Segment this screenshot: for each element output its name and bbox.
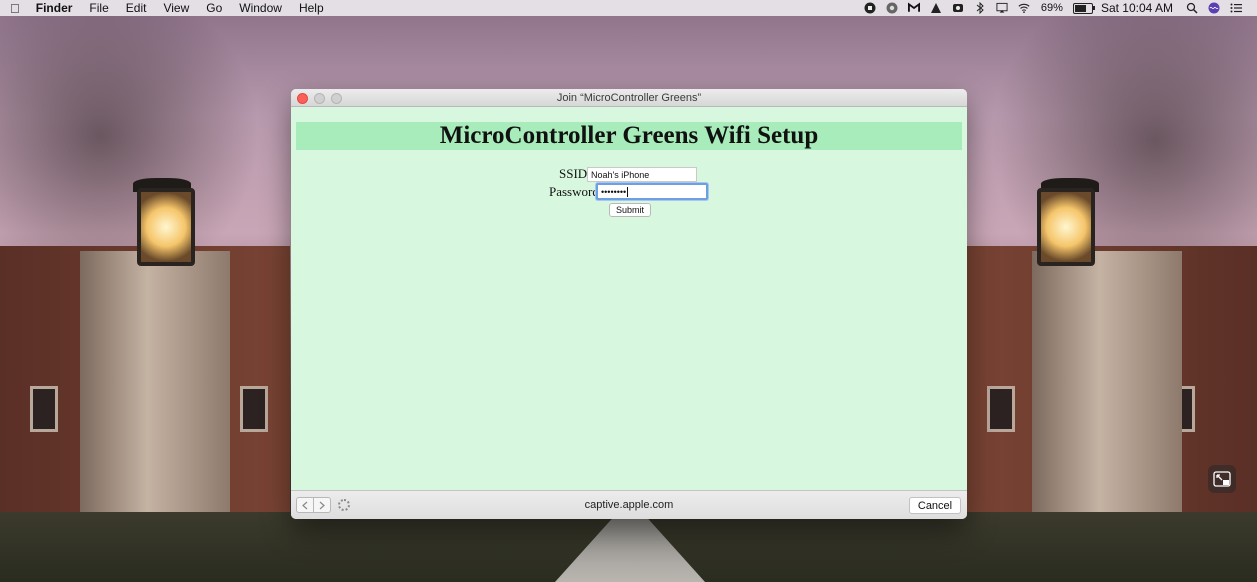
password-value: •••••••• [601, 186, 627, 197]
chevron-left-icon [302, 501, 308, 509]
window-titlebar[interactable]: Join “MicroController Greens” [291, 89, 967, 107]
forward-button[interactable] [314, 497, 331, 513]
screen-record-icon[interactable] [864, 2, 876, 14]
wallpaper-window [240, 386, 268, 432]
wallpaper-window [987, 386, 1015, 432]
web-content: MicroController Greens Wifi Setup SSID N… [291, 107, 967, 491]
zoom-window-button[interactable] [331, 93, 342, 104]
close-window-button[interactable] [297, 93, 308, 104]
battery-icon[interactable] [1072, 2, 1095, 14]
captive-network-window: Join “MicroController Greens” MicroContr… [291, 89, 967, 519]
wifi-icon[interactable] [1018, 2, 1030, 14]
chevron-right-icon [319, 501, 325, 509]
chrome-icon[interactable] [886, 2, 898, 14]
page-url: captive.apple.com [584, 499, 674, 511]
exit-fullscreen-button[interactable] [1208, 465, 1236, 493]
cancel-button[interactable]: Cancel [909, 497, 961, 514]
menu-help[interactable]: Help [299, 1, 324, 15]
ssid-label: SSID [559, 166, 588, 181]
picture-in-picture-icon [1213, 471, 1231, 487]
bluetooth-icon[interactable] [974, 2, 986, 14]
loading-spinner-icon [338, 499, 350, 511]
battery-fill [1074, 4, 1086, 12]
page-header-banner: MicroController Greens Wifi Setup [296, 122, 962, 150]
menu-window[interactable]: Window [239, 1, 282, 15]
menu-bar:  Finder File Edit View Go Window Help [0, 0, 1257, 16]
camera-icon[interactable] [952, 2, 964, 14]
wallpaper-lamp-right [1037, 188, 1095, 266]
siri-icon[interactable] [1208, 2, 1220, 14]
spotlight-icon[interactable] [1186, 2, 1198, 14]
battery-percent: 69% [1040, 2, 1063, 14]
text-cursor [627, 186, 629, 197]
password-label: Password [549, 184, 599, 199]
menu-go[interactable]: Go [206, 1, 222, 15]
notification-center-icon[interactable] [1230, 2, 1242, 14]
window-bottom-bar: captive.apple.com Cancel [291, 490, 967, 519]
wallpaper-window [30, 386, 58, 432]
menu-view[interactable]: View [163, 1, 189, 15]
ssid-input[interactable]: Noah's iPhone [587, 167, 697, 182]
gmail-icon[interactable] [907, 2, 920, 14]
menu-edit[interactable]: Edit [126, 1, 147, 15]
back-button[interactable] [296, 497, 314, 513]
minimize-window-button[interactable] [314, 93, 325, 104]
app-menu-finder[interactable]: Finder [36, 1, 73, 15]
window-title: Join “MicroController Greens” [556, 91, 702, 104]
apple-menu-icon[interactable]:  [10, 1, 20, 16]
airplay-icon[interactable] [996, 2, 1008, 14]
page-title: MicroController Greens Wifi Setup [439, 122, 819, 149]
vlc-icon[interactable] [930, 2, 942, 14]
password-input[interactable]: •••••••• [596, 183, 708, 200]
submit-button[interactable]: Submit [609, 203, 651, 217]
wallpaper-lamp-left [137, 188, 195, 266]
window-controls [297, 93, 348, 104]
menubar-clock[interactable]: Sat 10:04 AM [1101, 1, 1173, 15]
menu-file[interactable]: File [89, 1, 108, 15]
